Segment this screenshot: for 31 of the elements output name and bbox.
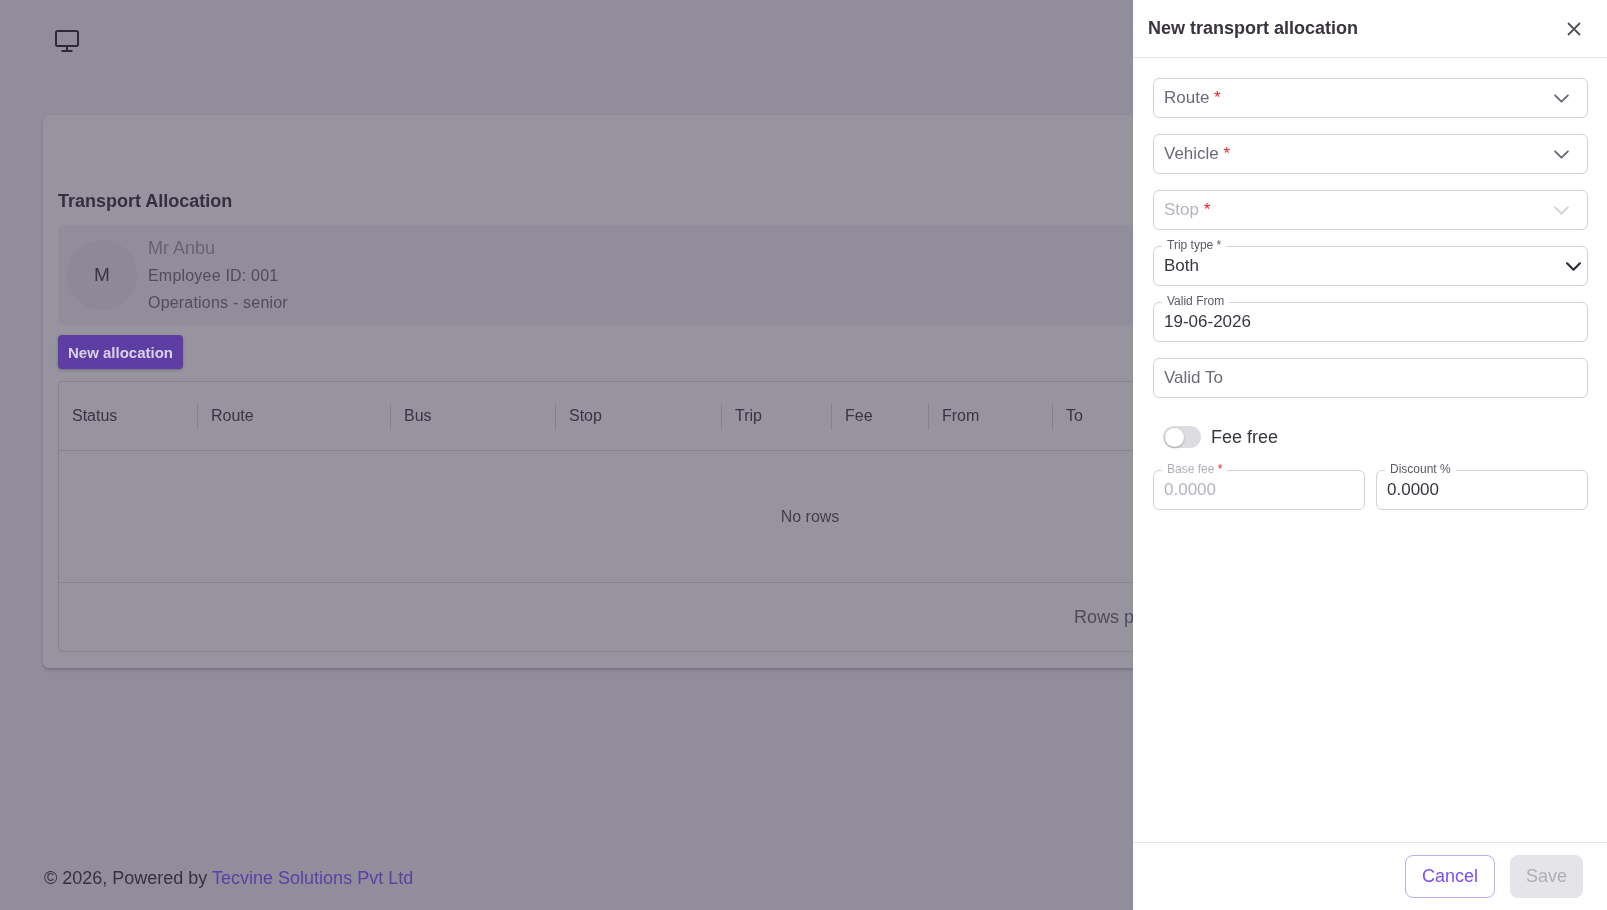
chevron-down-icon [1554, 205, 1569, 215]
dropdown-field[interactable]: Vehicle * [1153, 134, 1588, 174]
footer-text: © 2026, Powered by Tecvine Solutions Pvt Ltd [44, 867, 414, 890]
chevron-down-icon [1566, 261, 1581, 271]
avatar: M [67, 240, 137, 310]
column-header[interactable]: Route [211, 407, 254, 425]
chevron-down-icon [1554, 93, 1569, 103]
drawer-title: New transport allocation [1148, 18, 1359, 39]
new-allocation-button[interactable]: New allocation [58, 335, 184, 369]
close-icon [1567, 21, 1581, 36]
column-header[interactable]: Fee [845, 407, 873, 425]
chevron-down-icon [1554, 149, 1569, 159]
column-header[interactable]: Trip [735, 407, 762, 425]
dropdown-field[interactable]: Route * [1153, 78, 1588, 118]
section-title: Transport Allocation [58, 190, 233, 213]
column-header[interactable]: Stop [569, 407, 602, 425]
empty-message: No rows [780, 507, 840, 526]
column-header[interactable]: Status [72, 407, 118, 425]
employee-id: Employee ID: 001 [148, 265, 280, 286]
cancel-button[interactable]: Cancel [1404, 855, 1495, 898]
column-header[interactable]: To [1066, 407, 1083, 425]
toggle-switch[interactable] [1163, 426, 1201, 448]
column-header[interactable]: Bus [404, 407, 432, 425]
rows-per-page-label: Rows p [1074, 606, 1133, 628]
company-link[interactable]: Tecvine Solutions Pvt Ltd [212, 868, 414, 888]
date-field[interactable]: Valid To [1153, 358, 1588, 398]
department-text: Operations - senior [148, 292, 288, 313]
column-header[interactable]: From [942, 407, 980, 425]
monitor-icon[interactable] [55, 30, 79, 52]
field-label: Trip type * [1162, 238, 1227, 253]
toggle-label: Fee free [1211, 426, 1279, 448]
